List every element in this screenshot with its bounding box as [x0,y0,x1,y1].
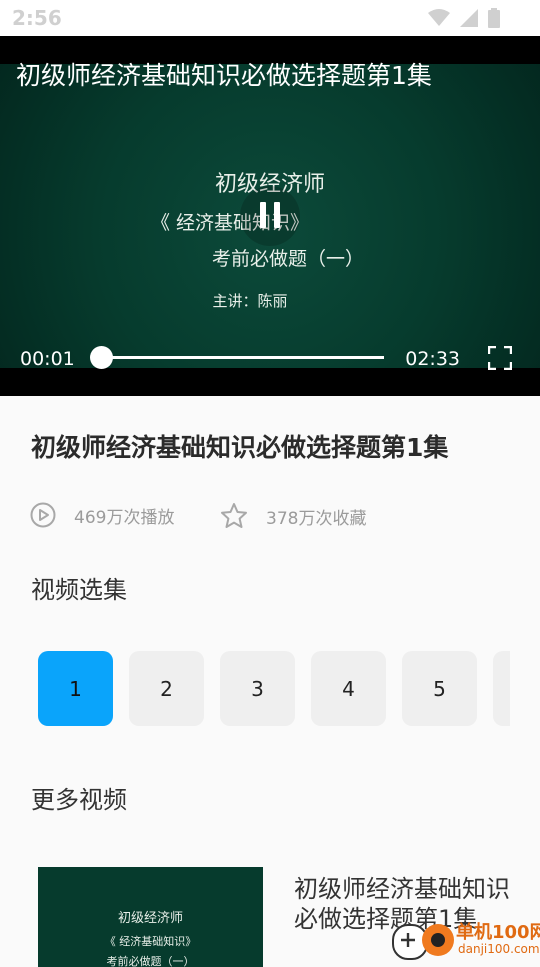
video-player[interactable]: 初级经济师 《 经济基础知识》 考前必做题（一） 主讲：陈丽 初级师经济基础知识… [0,36,540,396]
favorite-count[interactable]: 378万次收藏 [220,502,366,530]
episode-button-2[interactable]: 2 [129,651,204,726]
episodes-heading: 视频选集 [31,576,127,604]
status-icons [428,8,500,28]
seek-bar-track[interactable] [102,356,384,359]
wifi-icon [428,9,450,26]
episode-button-6[interactable] [493,651,510,726]
watermark-text: 单机100网 [456,922,540,943]
seek-bar-thumb[interactable] [90,346,113,369]
video-title: 初级师经济基础知识必做选择题第1集 [31,433,449,462]
favorite-count-text: 378万次收藏 [266,508,367,529]
thumbnail-line-2: 《 经济基础知识》 [104,935,197,948]
record-circle-icon [422,924,454,956]
more-videos-heading: 更多视频 [31,786,127,814]
star-icon[interactable] [220,502,248,530]
episode-list[interactable]: 1 2 3 4 5 [38,651,510,726]
status-bar: 2:56 [0,0,540,36]
player-title: 初级师经济基础知识必做选择题第1集 [16,61,432,90]
status-time: 2:56 [12,6,62,30]
episode-button-4[interactable]: 4 [311,651,386,726]
thumbnail-line-3: 考前必做题（一） [106,955,195,967]
slide-line-3: 考前必做题（一） [211,248,364,270]
watermark-logo: 单机100网 danji100.com [392,918,540,960]
total-time: 02:33 [405,348,460,370]
current-time: 00:01 [20,348,75,370]
episode-button-1[interactable]: 1 [38,651,113,726]
fullscreen-icon[interactable] [488,346,512,370]
pause-button[interactable] [240,186,300,246]
episode-button-3[interactable]: 3 [220,651,295,726]
episode-button-5[interactable]: 5 [402,651,477,726]
battery-icon [488,8,500,28]
cell-signal-icon [460,9,478,27]
play-count-text: 469万次播放 [74,507,175,528]
thumbnail-line-1: 初级经济师 [117,911,183,926]
play-count: 469万次播放 [30,502,174,528]
play-circle-icon [30,502,56,528]
more-video-thumbnail[interactable]: 初级经济师 《 经济基础知识》 考前必做题（一） [38,867,263,967]
slide-line-4: 主讲：陈丽 [212,292,288,310]
watermark-url: danji100.com [458,942,540,956]
